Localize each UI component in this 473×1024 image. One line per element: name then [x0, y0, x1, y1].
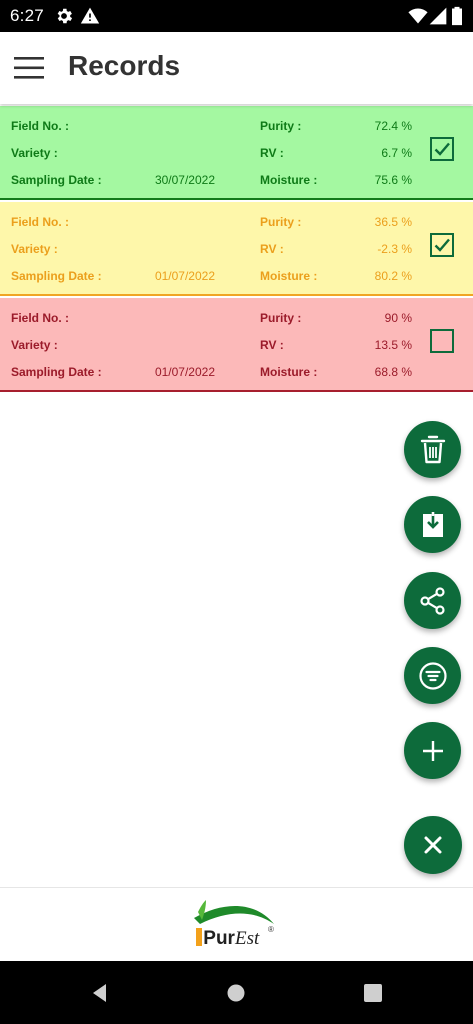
variety-label: Variety : [11, 242, 58, 256]
record-card[interactable]: Field No. : Variety : Sampling Date : 01… [0, 202, 473, 296]
status-time: 6:27 [10, 6, 44, 25]
delete-button[interactable] [404, 421, 461, 478]
signal-icon [429, 7, 447, 25]
sampling-date-label: Sampling Date : [11, 269, 102, 283]
alert-icon [80, 7, 100, 24]
sampling-date-value: 01/07/2022 [154, 269, 215, 283]
moisture-label: Moisture : [260, 173, 318, 187]
rv-value: 13.5 % [374, 338, 412, 352]
purity-value: 72.4 % [374, 119, 412, 133]
moisture-label: Moisture : [260, 365, 318, 379]
ipurest-logo: iPurEst ® [192, 898, 282, 954]
page-title: Records [68, 50, 181, 81]
share-button[interactable] [404, 572, 461, 629]
battery-icon [452, 6, 462, 26]
add-button[interactable] [404, 722, 461, 779]
purity-label: Purity : [260, 119, 302, 133]
download-icon [422, 511, 443, 537]
status-bar: 6:27 [0, 0, 473, 32]
field-no-label: Field No. : [11, 119, 69, 133]
field-no-label: Field No. : [11, 215, 69, 229]
home-icon[interactable] [224, 981, 248, 1005]
navigation-bar [0, 961, 473, 1024]
screen: 6:27 Records Field No. : Variety: Sampl… [0, 0, 473, 1024]
filter-button[interactable] [404, 647, 461, 704]
field-no-label: Field No. : [11, 311, 69, 325]
hamburger-menu-icon [14, 57, 44, 79]
sampling-date-label: Sampling Date : [11, 365, 102, 379]
variety-label: Variety : [11, 146, 58, 160]
close-icon [424, 836, 442, 854]
purity-value: 36.5 % [374, 215, 412, 229]
menu-button[interactable] [10, 50, 48, 86]
purity-label: Purity : [260, 311, 302, 325]
share-icon [419, 586, 445, 615]
logo-text-est: Est [234, 928, 260, 949]
logo-registered-mark: ® [268, 925, 274, 934]
purity-value: 90 % [384, 311, 412, 325]
variety-label: Variety : [11, 338, 58, 352]
sampling-date-value: 01/07/2022 [154, 365, 215, 379]
back-icon[interactable] [88, 981, 112, 1005]
logo-text-pur: Pur [203, 928, 235, 949]
check-icon [434, 142, 450, 156]
wifi-icon [408, 8, 428, 24]
moisture-label: Moisture : [260, 269, 318, 283]
close-fab-menu-button[interactable] [404, 816, 462, 874]
sampling-date-label: Sampling Date : [11, 173, 102, 187]
delete-icon [420, 435, 445, 463]
add-icon [422, 740, 443, 761]
record-checkbox[interactable] [430, 329, 454, 353]
rv-value: -2.3 % [377, 242, 412, 256]
rv-label: RV : [260, 242, 284, 256]
record-checkbox[interactable] [430, 137, 454, 161]
sampling-date-value: 30/07/2022 [154, 173, 215, 187]
moisture-value: 75.6 % [374, 173, 412, 187]
recents-icon[interactable] [361, 981, 385, 1005]
footer: iPurEst ® [0, 887, 473, 961]
rv-label: RV : [260, 338, 284, 352]
filter-icon [418, 661, 447, 690]
app-bar: Records [0, 32, 473, 104]
rv-label: RV : [260, 146, 284, 160]
moisture-value: 68.8 % [374, 365, 412, 379]
record-card[interactable]: Field No. : Variety : Sampling Date : 30… [0, 106, 473, 200]
rv-value: 6.7 % [381, 146, 412, 160]
record-card[interactable]: Field No. : Variety : Sampling Date : 01… [0, 298, 473, 392]
moisture-value: 80.2 % [374, 269, 412, 283]
download-button[interactable] [404, 496, 461, 553]
check-icon [434, 238, 450, 252]
record-checkbox[interactable] [430, 233, 454, 257]
purity-label: Purity : [260, 215, 302, 229]
settings-icon [57, 8, 73, 24]
